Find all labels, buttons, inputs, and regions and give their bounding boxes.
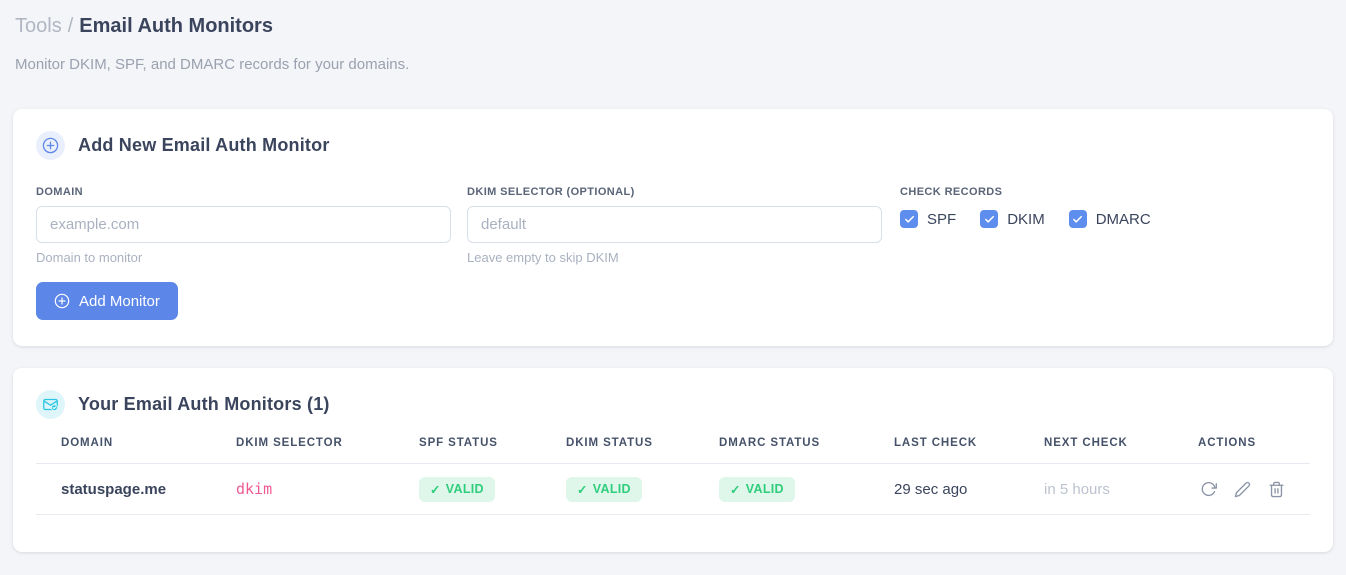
table-row: statuspage.me dkim ✓ VALID ✓ VALID ✓ VALID … bbox=[36, 463, 1310, 515]
column-header-next-check: NEXT CHECK bbox=[1044, 437, 1198, 464]
dkim-status-text: VALID bbox=[592, 482, 631, 496]
add-monitor-card: Add New Email Auth Monitor DOMAIN Domain… bbox=[13, 109, 1333, 346]
add-monitor-button[interactable]: Add Monitor bbox=[36, 282, 178, 320]
monitor-domain: statuspage.me bbox=[36, 463, 236, 515]
dkim-checkbox-label: DKIM bbox=[1007, 210, 1045, 228]
domain-field-group: DOMAIN Domain to monitor bbox=[36, 186, 451, 265]
column-header-dkim-selector: DKIM SELECTOR bbox=[236, 437, 419, 464]
add-monitor-card-title: Add New Email Auth Monitor bbox=[78, 135, 330, 155]
column-header-dmarc-status: DMARC STATUS bbox=[719, 437, 894, 464]
page-title: Email Auth Monitors bbox=[79, 15, 273, 37]
monitors-card-header: Your Email Auth Monitors (1) bbox=[36, 390, 1310, 419]
monitor-next-check: in 5 hours bbox=[1044, 463, 1198, 515]
row-actions bbox=[1198, 479, 1310, 500]
add-monitor-card-header: Add New Email Auth Monitor bbox=[36, 131, 1310, 160]
page-subtitle: Monitor DKIM, SPF, and DMARC records for… bbox=[15, 56, 410, 73]
dmarc-checkbox[interactable] bbox=[1068, 210, 1087, 228]
mail-check-icon bbox=[36, 390, 65, 419]
check-icon: ✓ bbox=[577, 482, 588, 497]
circle-plus-icon bbox=[54, 293, 70, 309]
column-header-dkim-status: DKIM STATUS bbox=[566, 437, 719, 464]
domain-input[interactable] bbox=[36, 206, 451, 243]
dmarc-checkbox-label: DMARC bbox=[1095, 210, 1151, 228]
column-header-last-check: LAST CHECK bbox=[894, 437, 1044, 464]
monitors-card: Your Email Auth Monitors (1) DOMAIN DKIM… bbox=[13, 368, 1333, 552]
dkim-selector-field-group: DKIM SELECTOR (OPTIONAL) Leave empty to … bbox=[467, 186, 882, 265]
dkim-selector-input[interactable] bbox=[467, 206, 882, 243]
add-monitor-form: DOMAIN Domain to monitor DKIM SELECTOR (… bbox=[36, 186, 1310, 265]
delete-icon[interactable] bbox=[1266, 479, 1287, 500]
column-header-domain: DOMAIN bbox=[36, 437, 236, 464]
table-header-row: DOMAIN DKIM SELECTOR SPF STATUS DKIM STA… bbox=[36, 437, 1310, 464]
dkim-checkbox[interactable] bbox=[980, 210, 999, 228]
add-monitor-button-label: Add Monitor bbox=[79, 292, 160, 310]
check-icon: ✓ bbox=[730, 482, 741, 497]
monitors-table: DOMAIN DKIM SELECTOR SPF STATUS DKIM STA… bbox=[36, 437, 1310, 515]
breadcrumb-separator: / bbox=[67, 15, 74, 37]
circle-plus-icon bbox=[36, 131, 65, 160]
edit-icon[interactable] bbox=[1232, 479, 1253, 500]
spf-checkbox[interactable] bbox=[900, 210, 918, 228]
checkbox-option-spf[interactable]: SPF bbox=[900, 210, 956, 228]
breadcrumb: Tools / Email Auth Monitors bbox=[15, 12, 1331, 40]
page-header: Tools / Email Auth Monitors Monitor DKIM, … bbox=[13, 0, 1333, 73]
dkim-selector-field-label: DKIM SELECTOR (OPTIONAL) bbox=[467, 186, 635, 198]
checkbox-option-dmarc[interactable]: DMARC bbox=[1068, 210, 1151, 228]
column-header-spf-status: SPF STATUS bbox=[419, 437, 566, 464]
checkbox-option-dkim[interactable]: DKIM bbox=[980, 210, 1045, 228]
monitors-card-title: Your Email Auth Monitors (1) bbox=[78, 394, 330, 414]
refresh-icon[interactable] bbox=[1198, 479, 1219, 500]
check-records-options: SPF DKIM DMARC bbox=[900, 210, 1151, 228]
check-icon: ✓ bbox=[430, 482, 441, 497]
spf-checkbox-label: SPF bbox=[927, 210, 957, 228]
dmarc-status-text: VALID bbox=[745, 482, 784, 496]
spf-status-text: VALID bbox=[445, 482, 484, 496]
dkim-selector-field-helper: Leave empty to skip DKIM bbox=[467, 250, 619, 265]
monitor-dkim-selector: dkim bbox=[236, 463, 419, 515]
column-header-actions: ACTIONS bbox=[1198, 437, 1310, 464]
dkim-status-badge: ✓ VALID bbox=[566, 476, 642, 502]
breadcrumb-tools[interactable]: Tools bbox=[15, 15, 62, 37]
domain-field-helper: Domain to monitor bbox=[36, 250, 143, 265]
domain-field-label: DOMAIN bbox=[36, 186, 84, 198]
spf-status-badge: ✓ VALID bbox=[419, 476, 495, 502]
monitor-last-check: 29 sec ago bbox=[894, 463, 1044, 515]
dmarc-status-badge: ✓ VALID bbox=[719, 476, 795, 502]
check-records-label: CHECK RECORDS bbox=[900, 186, 1003, 198]
check-records-group: CHECK RECORDS SPF DKIM DMARC bbox=[900, 186, 1151, 265]
